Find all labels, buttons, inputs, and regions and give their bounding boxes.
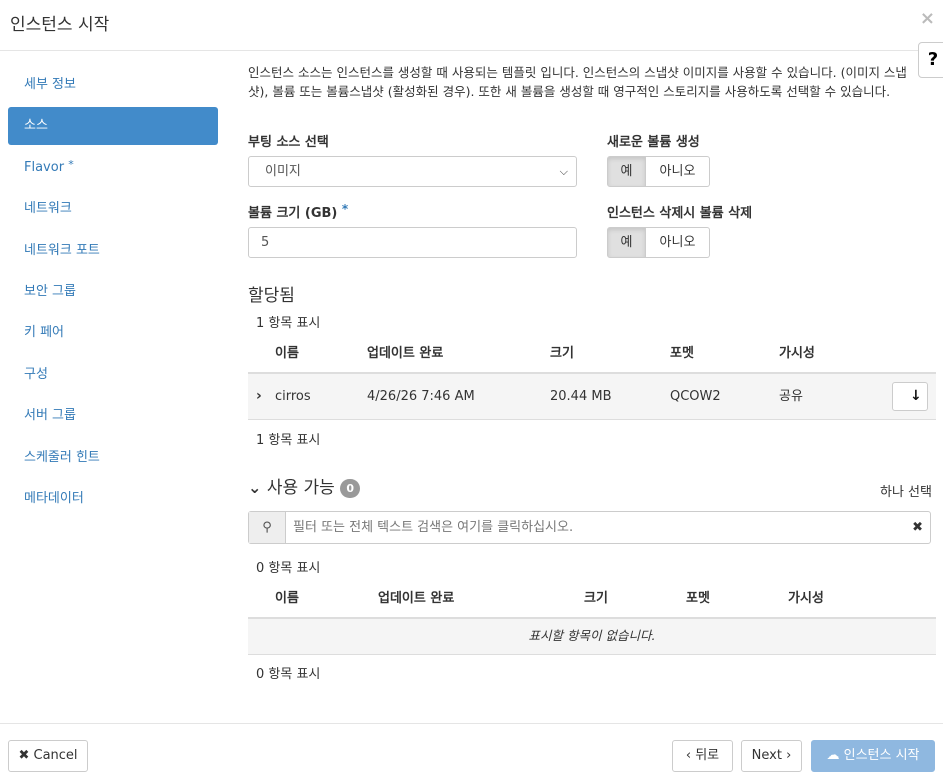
- delete-volume-label: 인스턴스 삭제시 볼륨 삭제: [607, 206, 753, 221]
- chevron-left-icon: ‹: [685, 748, 692, 763]
- boot-source-label: 부팅 소스 선택: [248, 135, 329, 150]
- row-size: 20.44 MB: [550, 389, 612, 404]
- back-label: 뒤로: [695, 748, 720, 763]
- search-input[interactable]: 필터 또는 전체 텍스트 검색은 여기를 클릭하십시오.: [293, 512, 573, 543]
- nav-item-label: 세부 정보: [24, 77, 76, 92]
- nav-item-label: 서버 그룹: [24, 408, 76, 424]
- boot-source-select[interactable]: 이미지 ⌵: [248, 156, 577, 187]
- nav-item-networks[interactable]: 네트워크: [8, 190, 218, 228]
- deallocate-button[interactable]: ↓: [892, 382, 928, 411]
- arrow-down-icon: ↓: [910, 388, 922, 404]
- volume-size-input[interactable]: 5: [248, 227, 577, 258]
- col-updated[interactable]: 업데이트 완료: [367, 338, 443, 370]
- cloud-upload-icon: ☁: [826, 748, 840, 763]
- col-name[interactable]: 이름: [275, 583, 299, 615]
- available-table-header: 이름 업데이트 완료 크기 포멧 가시성: [248, 583, 936, 619]
- expand-chevron-icon[interactable]: ›: [256, 374, 262, 419]
- create-volume-label: 새로운 볼륨 생성: [607, 135, 700, 150]
- close-icon[interactable]: ×: [920, 8, 935, 29]
- nav-item-label: Flavor: [24, 159, 65, 175]
- nav-item-security-groups[interactable]: 보안 그룹: [8, 273, 218, 311]
- nav-item-scheduler-hints[interactable]: 스케줄러 힌트: [8, 439, 218, 477]
- volume-size-label: 볼륨 크기 (GB) *: [248, 202, 348, 221]
- available-title: 사용 가능: [266, 478, 335, 498]
- allocated-count-bottom: 1 항목 표시: [256, 433, 321, 448]
- clear-icon[interactable]: ✖: [912, 512, 923, 543]
- back-button[interactable]: ‹ 뒤로: [672, 740, 733, 772]
- nav-item-metadata[interactable]: 메타데이터: [8, 480, 218, 518]
- nav-item-label: 구성: [24, 366, 48, 382]
- boot-source-value: 이미지: [265, 164, 301, 179]
- launch-instance-button[interactable]: ☁ 인스턴스 시작: [811, 740, 935, 772]
- delete-volume-toggle: 예 아니오: [607, 227, 710, 258]
- create-volume-toggle: 예 아니오: [607, 156, 710, 187]
- allocated-table-header: 이름 업데이트 완료 크기 포멧 가시성: [248, 338, 936, 374]
- delete-volume-yes[interactable]: 예: [607, 227, 646, 258]
- delete-volume-no[interactable]: 아니오: [646, 227, 710, 258]
- nav-item-label: 네트워크 포트: [24, 242, 100, 258]
- allocated-count-top: 1 항목 표시: [256, 316, 321, 331]
- cancel-label: Cancel: [33, 748, 78, 763]
- col-name[interactable]: 이름: [275, 338, 299, 370]
- table-row: › cirros 4/26/26 7:46 AM 20.44 MB QCOW2 …: [248, 374, 936, 420]
- cancel-button[interactable]: ✖ Cancel: [8, 740, 88, 772]
- nav-item-label: 소스: [24, 118, 48, 134]
- nav-item-label: 스케줄러 힌트: [24, 449, 100, 465]
- nav-item-label: 네트워크: [24, 201, 72, 217]
- nav-item-details[interactable]: 세부 정보: [8, 66, 218, 104]
- row-format: QCOW2: [670, 389, 721, 404]
- col-visibility[interactable]: 가시성: [779, 338, 815, 370]
- nav-item-key-pair[interactable]: 키 페어: [8, 314, 218, 352]
- available-count-top: 0 항목 표시: [256, 561, 321, 576]
- nav-item-flavor[interactable]: Flavor *: [8, 149, 218, 187]
- create-volume-yes[interactable]: 예: [607, 156, 646, 187]
- modal-footer: ✖ Cancel ‹ 뒤로 Next › ☁ 인스턴스 시작: [0, 723, 943, 781]
- filter-bar: ⚲ 필터 또는 전체 텍스트 검색은 여기를 클릭하십시오. ✖: [248, 511, 931, 544]
- modal-header: 인스턴스 시작 ×: [0, 0, 943, 51]
- search-icon: ⚲: [249, 512, 286, 543]
- create-volume-no[interactable]: 아니오: [646, 156, 710, 187]
- col-size[interactable]: 크기: [550, 338, 574, 370]
- nav-item-server-groups[interactable]: 서버 그룹: [8, 397, 218, 435]
- modal-title: 인스턴스 시작: [10, 15, 110, 35]
- chevron-down-icon: ⌄: [248, 478, 262, 497]
- select-one-label: 하나 선택: [880, 485, 932, 500]
- col-format[interactable]: 포멧: [670, 338, 694, 370]
- row-visibility: 공유: [779, 389, 803, 404]
- col-updated[interactable]: 업데이트 완료: [378, 583, 454, 615]
- available-count-badge: 0: [340, 478, 361, 498]
- available-count-bottom: 0 항목 표시: [256, 667, 321, 682]
- empty-row: 표시할 항목이 없습니다.: [248, 619, 936, 655]
- next-button[interactable]: Next ›: [741, 740, 802, 772]
- required-mark: *: [68, 157, 74, 171]
- nav-item-configuration[interactable]: 구성: [8, 356, 218, 394]
- col-size[interactable]: 크기: [584, 583, 608, 615]
- chevron-down-icon: ⌵: [559, 165, 568, 178]
- nav-item-source[interactable]: 소스: [8, 107, 218, 146]
- wizard-nav: 세부 정보 소스 Flavor * 네트워크 네트워크 포트 보안 그룹 키 페…: [8, 66, 218, 521]
- nav-item-label: 메타데이터: [24, 490, 84, 506]
- row-name: cirros: [275, 389, 311, 404]
- allocated-title: 할당됨: [248, 286, 295, 306]
- close-icon: ✖: [18, 748, 30, 763]
- chevron-right-icon: ›: [786, 748, 792, 763]
- launch-label: 인스턴스 시작: [843, 748, 920, 763]
- col-visibility[interactable]: 가시성: [788, 583, 824, 615]
- source-description: 인스턴스 소스는 인스턴스를 생성할 때 사용되는 템플릿 입니다. 인스턴스의…: [248, 65, 907, 99]
- nav-item-network-ports[interactable]: 네트워크 포트: [8, 232, 218, 270]
- volume-size-label-text: 볼륨 크기 (GB): [248, 206, 338, 221]
- row-updated: 4/26/26 7:46 AM: [367, 389, 475, 404]
- nav-item-label: 보안 그룹: [24, 283, 76, 299]
- available-header[interactable]: ⌄ 사용 가능 0: [248, 473, 361, 498]
- next-label: Next: [751, 748, 782, 763]
- required-mark: *: [341, 202, 349, 216]
- col-format[interactable]: 포멧: [686, 583, 710, 615]
- nav-item-label: 키 페어: [24, 325, 65, 341]
- source-panel: 인스턴스 소스는 인스턴스를 생성할 때 사용되는 템플릿 입니다. 인스턴스의…: [248, 64, 938, 101]
